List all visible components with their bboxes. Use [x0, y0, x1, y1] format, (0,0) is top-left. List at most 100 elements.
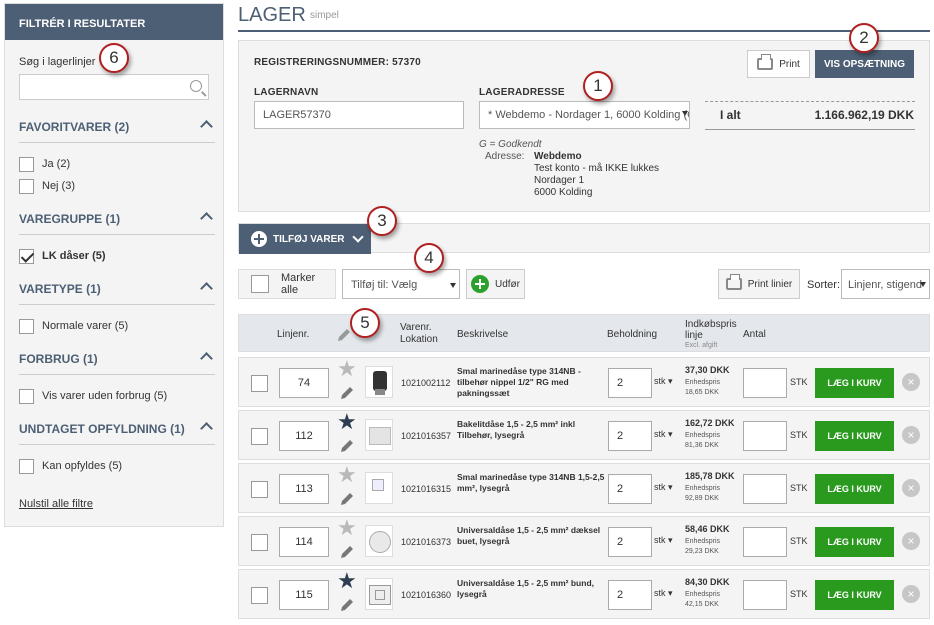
stock-input[interactable]: 2: [608, 527, 652, 557]
add-to-cart-button[interactable]: LÆG I KURV: [815, 421, 894, 451]
divider: [238, 30, 930, 32]
quantity-unit: STK: [790, 430, 808, 440]
pencil-icon[interactable]: [339, 385, 355, 401]
unit-price-label: Enhedspris: [685, 379, 721, 386]
warehouse-address-select[interactable]: * Webdemo - Nordager 1, 6000 Kolding (G: [479, 101, 690, 129]
execute-button[interactable]: Udfør: [466, 269, 525, 299]
quantity-input[interactable]: [743, 580, 787, 610]
stock-input[interactable]: 2: [608, 474, 652, 504]
search-icon[interactable]: [190, 80, 202, 92]
star-outline-icon[interactable]: ★: [337, 517, 357, 539]
stock-input[interactable]: 2: [608, 580, 652, 610]
close-icon[interactable]: ×: [902, 479, 920, 497]
sort-select[interactable]: Linjenr, stigend: [841, 269, 930, 299]
checkbox[interactable]: [19, 156, 34, 172]
column-header-linjenr[interactable]: Linjenr.: [277, 329, 309, 340]
line-number-input[interactable]: 115: [279, 580, 329, 610]
line-number-input[interactable]: 112: [279, 421, 329, 451]
add-to-cart-button[interactable]: LÆG I KURV: [815, 580, 894, 610]
add-to-cart-button[interactable]: LÆG I KURV: [815, 527, 894, 557]
print-button[interactable]: Print: [747, 50, 810, 78]
search-input[interactable]: [19, 74, 209, 100]
quantity-input[interactable]: [743, 368, 787, 398]
add-to-cart-button[interactable]: LÆG I KURV: [815, 368, 894, 398]
unit-select[interactable]: stk ▾: [654, 535, 673, 546]
pencil-icon[interactable]: [339, 438, 355, 454]
line-price: 185,78 DKK: [685, 471, 735, 481]
filter-option[interactable]: Ja (2): [19, 153, 215, 175]
line-number-input[interactable]: 113: [279, 474, 329, 504]
divider: [19, 234, 215, 235]
row-checkbox[interactable]: [251, 481, 268, 498]
quantity-input[interactable]: [743, 421, 787, 451]
column-header-beholdning[interactable]: Beholdning: [607, 329, 657, 340]
checkbox-checked[interactable]: [19, 248, 34, 264]
star-filled-icon[interactable]: ★: [337, 411, 357, 433]
star-filled-icon[interactable]: ★: [337, 570, 357, 592]
row-checkbox[interactable]: [251, 428, 268, 445]
section-title[interactable]: FORBRUG (1): [19, 352, 215, 370]
close-icon[interactable]: ×: [902, 373, 920, 391]
column-header-varenr[interactable]: Varenr.: [400, 322, 432, 333]
close-icon[interactable]: ×: [902, 532, 920, 550]
line-number-input[interactable]: 74: [279, 368, 329, 398]
stock-input[interactable]: 2: [608, 368, 652, 398]
checkbox[interactable]: [251, 275, 269, 293]
pencil-icon[interactable]: [339, 597, 355, 613]
column-header-antal[interactable]: Antal: [743, 329, 766, 340]
close-icon[interactable]: ×: [902, 426, 920, 444]
dropdown-arrow-icon[interactable]: [682, 111, 688, 116]
filter-option[interactable]: Vis varer uden forbrug (5): [19, 385, 215, 407]
column-header-lokation[interactable]: Lokation: [400, 334, 438, 345]
section-title[interactable]: UNDTAGET OPFYLDNING (1): [19, 422, 215, 440]
row-checkbox[interactable]: [251, 534, 268, 551]
section-title[interactable]: VARETYPE (1): [19, 282, 215, 300]
print-lines-label: Print linier: [747, 278, 793, 290]
checkbox[interactable]: [19, 178, 34, 194]
warehouse-name-input[interactable]: LAGER57370: [254, 101, 464, 129]
registration-number: REGISTRERINGSNUMMER: 57370: [254, 57, 421, 68]
vis-opsaetning-button[interactable]: VIS OPSÆTNING: [815, 50, 914, 78]
print-lines-button[interactable]: Print linier: [718, 269, 800, 299]
add-to-select[interactable]: Tilføj til: Vælg: [342, 269, 460, 299]
checkbox[interactable]: [19, 458, 34, 474]
filter-option[interactable]: LK dåser (5): [19, 245, 215, 267]
item-description: Smal marinedåse type 314NB -tilbehør nip…: [457, 366, 581, 398]
divider: [705, 129, 915, 130]
filter-option[interactable]: Nej (3): [19, 175, 215, 197]
page-subtitle: simpel: [310, 10, 339, 21]
section-title[interactable]: VAREGRUPPE (1): [19, 212, 215, 230]
dropdown-arrow-icon[interactable]: [450, 283, 456, 288]
reset-filters-link[interactable]: Nulstil alle filtre: [19, 498, 93, 510]
filter-option[interactable]: Normale varer (5): [19, 315, 215, 337]
star-outline-icon[interactable]: ★: [337, 464, 357, 486]
row-checkbox[interactable]: [251, 587, 268, 604]
unit-select[interactable]: stk ▾: [654, 376, 673, 387]
row-checkbox[interactable]: [251, 375, 268, 392]
option-label: Nej (3): [42, 180, 76, 192]
mark-all-control[interactable]: Marker alle: [238, 269, 336, 299]
add-to-cart-button[interactable]: LÆG I KURV: [815, 474, 894, 504]
dropdown-arrow-icon[interactable]: [920, 282, 926, 287]
quantity-input[interactable]: [743, 474, 787, 504]
add-items-button[interactable]: TILFØJ VARER: [239, 224, 371, 254]
sort-select-value: Linjenr, stigend: [848, 279, 922, 291]
unit-select[interactable]: stk ▾: [654, 429, 673, 440]
callout-badge: 4: [414, 243, 444, 273]
unit-select[interactable]: stk ▾: [654, 482, 673, 493]
line-number-input[interactable]: 114: [279, 527, 329, 557]
column-header-beskrivelse[interactable]: Beskrivelse: [457, 329, 508, 340]
section-title[interactable]: FAVORITVARER (2): [19, 120, 215, 138]
pencil-icon[interactable]: [339, 491, 355, 507]
quantity-input[interactable]: [743, 527, 787, 557]
star-outline-icon[interactable]: ★: [337, 358, 357, 380]
filter-option[interactable]: Kan opfyldes (5): [19, 455, 215, 477]
column-header-indkobspris[interactable]: Indkøbspris: [685, 319, 737, 330]
checkbox[interactable]: [19, 318, 34, 334]
unit-select[interactable]: stk ▾: [654, 588, 673, 599]
address-select-value: * Webdemo - Nordager 1, 6000 Kolding (G: [488, 109, 690, 121]
pencil-icon[interactable]: [339, 544, 355, 560]
close-icon[interactable]: ×: [902, 585, 920, 603]
checkbox[interactable]: [19, 388, 34, 404]
stock-input[interactable]: 2: [608, 421, 652, 451]
